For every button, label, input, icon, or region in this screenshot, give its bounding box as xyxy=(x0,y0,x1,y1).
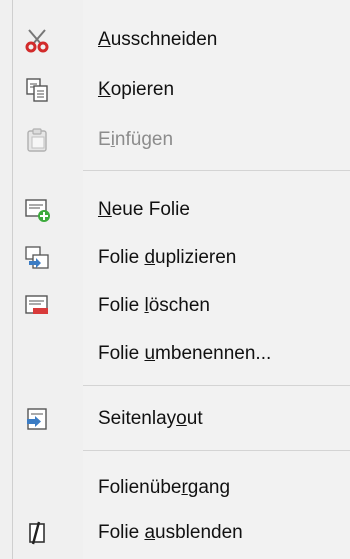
menu-item-label: Neue Folie xyxy=(98,199,190,220)
new-slide-icon xyxy=(25,199,50,222)
paste-icon xyxy=(27,128,47,152)
menu-item-label: Kopieren xyxy=(98,79,175,100)
menu-item-label: Folienübergang xyxy=(98,477,231,498)
menu-separator xyxy=(83,385,350,386)
hide-slide-icon xyxy=(29,521,45,545)
menu-item-duplicate-slide[interactable]: Folie duplizieren xyxy=(13,234,350,282)
copy-icon xyxy=(26,78,48,102)
menu-item-copy[interactable]: Kopieren xyxy=(13,66,350,114)
menu-item-paste[interactable]: Einfügen xyxy=(13,116,350,164)
menu-item-delete-slide[interactable]: Folie löschen xyxy=(13,282,350,330)
menu-item-label: Seitenlayout xyxy=(98,408,203,429)
menu-separator xyxy=(83,450,350,451)
menu-item-page-layout[interactable]: Seitenlayout xyxy=(13,395,350,443)
context-menu: Ausschneiden Kopieren Einfügen Neue Foli… xyxy=(12,0,350,559)
menu-item-label: Folie löschen xyxy=(98,295,210,316)
menu-item-new-slide[interactable]: Neue Folie xyxy=(13,186,350,234)
duplicate-slide-icon xyxy=(25,246,49,269)
page-layout-icon xyxy=(27,408,47,430)
menu-item-label: Folie ausblenden xyxy=(98,522,243,543)
menu-item-slide-transition[interactable]: Folienübergang xyxy=(13,464,350,512)
menu-separator xyxy=(83,170,350,171)
menu-item-label: Folie umbenennen... xyxy=(98,343,272,364)
menu-item-label: Folie duplizieren xyxy=(98,247,237,268)
menu-item-label: Einfügen xyxy=(98,129,174,150)
menu-item-label: Ausschneiden xyxy=(98,29,218,50)
menu-item-cut[interactable]: Ausschneiden xyxy=(13,16,350,64)
menu-item-rename-slide[interactable]: Folie umbenennen... xyxy=(13,330,350,378)
menu-item-hide-slide[interactable]: Folie ausblenden xyxy=(13,509,350,557)
scissors-icon xyxy=(25,29,49,53)
delete-slide-icon xyxy=(25,295,48,314)
